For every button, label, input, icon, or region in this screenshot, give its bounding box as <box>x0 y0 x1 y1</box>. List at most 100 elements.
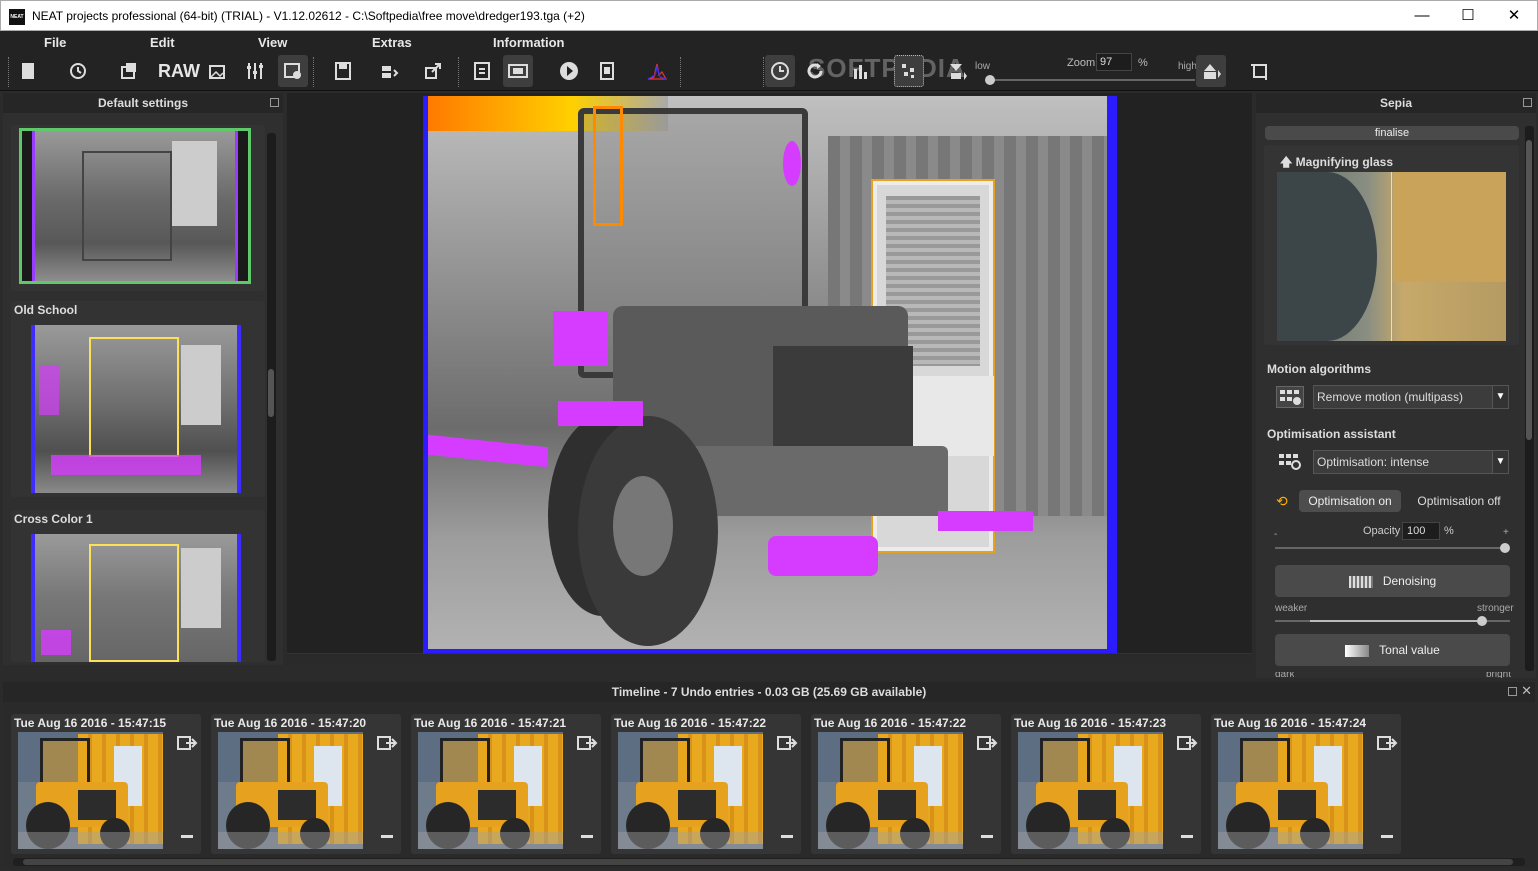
timeline-entry[interactable]: Tue Aug 16 2016 - 15:47:23 <box>1011 714 1201 854</box>
crop-rotate-icon[interactable] <box>1245 55 1275 87</box>
history-icon[interactable] <box>63 55 93 87</box>
remove-entry-icon[interactable] <box>381 835 393 838</box>
preview-hscroll[interactable] <box>287 653 1252 665</box>
timeline-thumbnail[interactable] <box>418 732 563 849</box>
timeline-thumbnail[interactable] <box>818 732 963 849</box>
remove-entry-icon[interactable] <box>981 835 993 838</box>
timeline-entry[interactable]: Tue Aug 16 2016 - 15:47:24 <box>1211 714 1401 854</box>
preset-card[interactable] <box>11 125 265 291</box>
restore-icon[interactable] <box>1176 734 1198 752</box>
zoom-slider-knob[interactable] <box>985 75 995 85</box>
close-icon[interactable]: ✕ <box>1521 683 1532 699</box>
histogram-icon[interactable] <box>642 55 672 87</box>
dock-icon[interactable] <box>1523 98 1532 107</box>
save-icon[interactable] <box>328 55 358 87</box>
batch-files-icon[interactable] <box>114 55 144 87</box>
denoising-button[interactable]: Denoising <box>1275 565 1510 597</box>
timeline-thumbnail[interactable] <box>1018 732 1163 849</box>
timeline-thumbnail[interactable] <box>218 732 363 849</box>
timeline-entry[interactable]: Tue Aug 16 2016 - 15:47:20 <box>211 714 401 854</box>
split-line <box>1391 172 1392 341</box>
film-view-icon[interactable] <box>503 55 533 87</box>
preset-card[interactable]: Old School <box>11 301 265 497</box>
dock-icon[interactable] <box>270 98 279 107</box>
opacity-slider-knob[interactable] <box>1500 543 1510 553</box>
tonal-value-button[interactable]: Tonal value <box>1275 634 1510 666</box>
compare-icon[interactable] <box>467 55 497 87</box>
timeline-scrollbar[interactable] <box>13 858 1525 866</box>
images-icon[interactable] <box>203 55 233 87</box>
motion-algorithm-select[interactable]: Remove motion (multipass) ▼ <box>1313 385 1509 409</box>
timeline-entry-date: Tue Aug 16 2016 - 15:47:23 <box>1014 716 1167 730</box>
chevron-down-icon[interactable]: ▼ <box>1492 451 1508 473</box>
preview-image[interactable] <box>423 96 1117 653</box>
restore-icon[interactable] <box>376 734 398 752</box>
noise-profile-icon[interactable] <box>894 55 924 87</box>
chevron-down-icon[interactable]: ▼ <box>1492 386 1508 408</box>
tonal-icon <box>1345 644 1370 657</box>
minimize-button[interactable]: — <box>1399 1 1445 31</box>
zoom-input[interactable]: 97 <box>1096 53 1132 71</box>
denoise-slider[interactable] <box>1275 616 1510 626</box>
timeline-thumbnail[interactable] <box>618 732 763 849</box>
remove-entry-icon[interactable] <box>1181 835 1193 838</box>
remove-entry-icon[interactable] <box>181 835 193 838</box>
zoom-label: Zoom <box>1067 57 1096 69</box>
menu-edit[interactable]: Edit <box>150 35 175 50</box>
presets-scrollbar[interactable] <box>267 133 276 661</box>
preset-card[interactable]: Cross Color 1 <box>11 510 265 662</box>
finalise-button[interactable]: finalise <box>1265 126 1519 140</box>
remove-entry-icon[interactable] <box>581 835 593 838</box>
new-file-icon[interactable] <box>13 55 43 87</box>
sepia-scrollbar[interactable] <box>1525 126 1534 671</box>
timeline-entry[interactable]: Tue Aug 16 2016 - 15:47:22 <box>811 714 1001 854</box>
opacity-unit: % <box>1444 525 1454 537</box>
scrollbar-thumb[interactable] <box>23 859 1513 865</box>
share-icon[interactable] <box>418 55 448 87</box>
menu-information[interactable]: Information <box>493 35 565 50</box>
timeline-thumbnail[interactable] <box>18 732 163 849</box>
restore-icon[interactable] <box>776 734 798 752</box>
restore-icon[interactable] <box>1376 734 1398 752</box>
opacity-slider[interactable] <box>1275 543 1510 553</box>
optimisation-off-button[interactable]: Optimisation off <box>1408 490 1510 512</box>
menu-view[interactable]: View <box>258 35 287 50</box>
adjust-sliders-icon[interactable] <box>240 55 270 87</box>
play-icon[interactable] <box>554 55 584 87</box>
optimisation-icon[interactable] <box>1276 451 1304 473</box>
export-dropdown-icon[interactable] <box>375 55 405 87</box>
quality-dropdown-icon[interactable] <box>942 55 972 87</box>
denoise-slider-knob[interactable] <box>1477 616 1487 626</box>
optimisation-select[interactable]: Optimisation: intense ▼ <box>1313 450 1509 474</box>
menu-file[interactable]: File <box>44 35 66 50</box>
opacity-input[interactable]: 100 <box>1402 522 1440 540</box>
menu-extras[interactable]: Extras <box>372 35 412 50</box>
remove-entry-icon[interactable] <box>781 835 793 838</box>
reset-time-icon[interactable] <box>765 55 795 87</box>
timeline-entry[interactable]: Tue Aug 16 2016 - 15:47:21 <box>411 714 601 854</box>
timeline-entry[interactable]: Tue Aug 16 2016 - 15:47:15 <box>11 714 201 854</box>
scrollbar-thumb[interactable] <box>268 369 274 417</box>
maximize-button[interactable]: ☐ <box>1445 1 1491 31</box>
quality-high-icon[interactable] <box>1196 55 1226 87</box>
restore-icon[interactable] <box>176 734 198 752</box>
zoom-slider[interactable] <box>985 75 1195 85</box>
restore-icon[interactable] <box>576 734 598 752</box>
close-button[interactable]: ✕ <box>1491 1 1537 31</box>
scrollbar-thumb[interactable] <box>1526 140 1532 440</box>
remove-entry-icon[interactable] <box>1381 835 1393 838</box>
dock-icon[interactable] <box>1508 687 1517 696</box>
info-panel-icon[interactable] <box>592 55 622 87</box>
timeline-thumbnail[interactable] <box>1218 732 1363 849</box>
timeline-entry[interactable]: Tue Aug 16 2016 - 15:47:22 <box>611 714 801 854</box>
opacity-plus-label: + <box>1503 527 1509 538</box>
toolbar-separator <box>458 57 459 87</box>
restore-icon[interactable] <box>976 734 998 752</box>
refresh-cycle-icon[interactable]: ⟲ <box>1276 493 1288 510</box>
motion-algorithm-icon[interactable] <box>1276 386 1304 408</box>
optimisation-on-button[interactable]: Optimisation on <box>1299 490 1401 512</box>
settings-grid-icon[interactable] <box>278 55 308 87</box>
magnifier-image[interactable] <box>1277 172 1506 341</box>
quality-high-label: high <box>1178 61 1197 72</box>
raw-button[interactable]: RAW <box>158 55 200 87</box>
